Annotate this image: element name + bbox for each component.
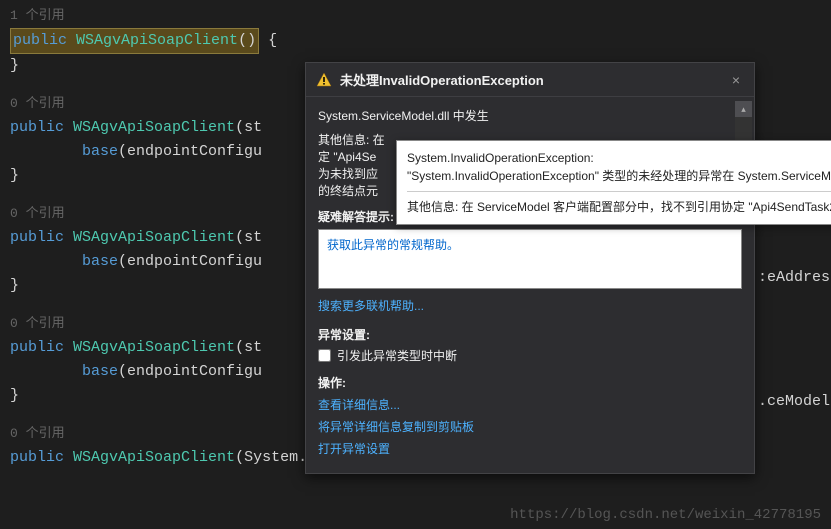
references-count: 1 个引用 [10, 4, 821, 28]
warning-icon [316, 72, 332, 88]
popup-title: 未处理InvalidOperationException [340, 70, 728, 89]
close-button[interactable]: × [728, 72, 744, 88]
code-fragment: .ceModel [758, 393, 830, 410]
troubleshoot-box: 获取此异常的常规帮助。 [318, 229, 742, 289]
tooltip-line: "System.InvalidOperationException" 类型的未经… [407, 167, 831, 185]
view-details-link[interactable]: 查看详细信息... [318, 396, 742, 413]
exception-source: System.ServiceModel.dll 中发生 [318, 107, 742, 124]
exception-popup: 未处理InvalidOperationException × ▴ ▾ Syste… [305, 62, 755, 474]
help-link[interactable]: 获取此异常的常规帮助。 [327, 238, 459, 252]
copy-exception-link[interactable]: 将异常详细信息复制到剪贴板 [318, 418, 742, 435]
divider [407, 191, 831, 192]
popup-header: 未处理InvalidOperationException × [306, 63, 754, 97]
actions-label: 操作: [318, 374, 742, 391]
scroll-up-button[interactable]: ▴ [735, 101, 752, 117]
code-fragment: :eAddres [758, 269, 830, 286]
watermark: https://blog.csdn.net/weixin_42778195 [510, 507, 821, 523]
exception-settings-label: 异常设置: [318, 326, 742, 343]
checkbox-label: 引发此异常类型时中断 [337, 347, 457, 364]
tooltip-line: System.InvalidOperationException: [407, 149, 831, 167]
open-exception-settings-link[interactable]: 打开异常设置 [318, 440, 742, 457]
exception-tooltip: System.InvalidOperationException: "Syste… [396, 140, 831, 225]
search-help-link[interactable]: 搜索更多联机帮助... [318, 299, 424, 313]
break-on-exception-checkbox[interactable] [318, 349, 331, 362]
code-line: public WSAgvApiSoapClient() { [10, 28, 821, 54]
tooltip-line: 其他信息: 在 ServiceModel 客户端配置部分中，找不到引用协定 "A… [407, 198, 831, 216]
